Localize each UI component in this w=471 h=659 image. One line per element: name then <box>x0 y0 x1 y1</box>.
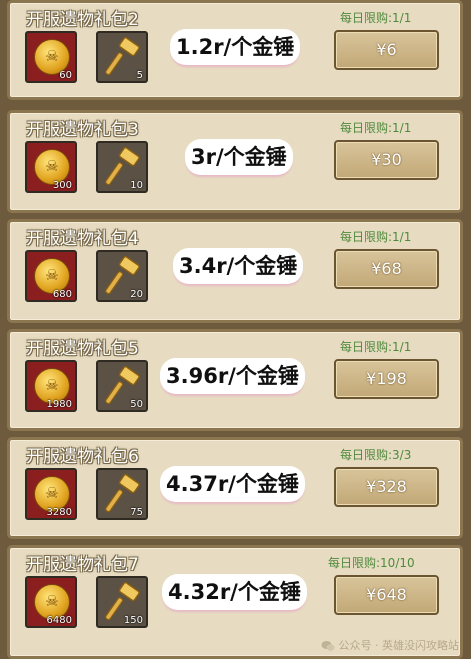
pack-card: 开服遗物礼包3 每日限购:1/1 ☠ 300 10 3r/个金锤 ¥30 <box>7 110 463 213</box>
daily-limit-label: 每日限购:10/10 <box>328 556 415 570</box>
gold-coin-slot[interactable]: ☠ 6480 <box>25 576 77 628</box>
pack-title: 开服遗物礼包4 <box>26 229 139 249</box>
gold-hammer-slot[interactable]: 5 <box>96 31 148 83</box>
daily-limit-label: 每日限购:1/1 <box>340 230 412 244</box>
buy-button[interactable]: ¥30 <box>334 140 439 180</box>
daily-limit-label: 每日限购:1/1 <box>340 11 412 25</box>
gold-coin-slot[interactable]: ☠ 3280 <box>25 468 77 520</box>
hammer-quantity: 75 <box>130 507 143 518</box>
relic-pack-list: 开服遗物礼包2 每日限购:1/1 ☠ 60 5 1.2r/个金锤 ¥6 开服遗物… <box>0 0 471 659</box>
price-per-hammer-note: 4.37r/个金锤 <box>160 466 305 502</box>
hammer-quantity: 150 <box>123 615 143 626</box>
hammer-quantity: 10 <box>130 180 143 191</box>
pack-card: 开服遗物礼包5 每日限购:1/1 ☠ 1980 50 3.96r/个金锤 ¥19… <box>7 329 463 431</box>
price-per-hammer-note: 3r/个金锤 <box>185 139 293 175</box>
coin-quantity: 6480 <box>46 615 72 626</box>
price-per-hammer-note: 4.32r/个金锤 <box>162 574 307 610</box>
pack-card: 开服遗物礼包6 每日限购:3/3 ☠ 3280 75 4.37r/个金锤 ¥32… <box>7 437 463 539</box>
gold-hammer-slot[interactable]: 10 <box>96 141 148 193</box>
buy-button[interactable]: ¥648 <box>334 575 439 615</box>
gold-hammer-slot[interactable]: 20 <box>96 250 148 302</box>
gold-coin-slot[interactable]: ☠ 680 <box>25 250 77 302</box>
watermark-text: 公众号 · 英雄没闪攻略站 <box>338 639 460 652</box>
gold-hammer-slot[interactable]: 75 <box>96 468 148 520</box>
hammer-quantity: 5 <box>136 70 143 81</box>
gold-hammer-slot[interactable]: 50 <box>96 360 148 412</box>
price-per-hammer-note: 3.4r/个金锤 <box>173 248 304 284</box>
gold-coin-slot[interactable]: ☠ 300 <box>25 141 77 193</box>
pack-title: 开服遗物礼包6 <box>26 447 139 467</box>
pack-title: 开服遗物礼包5 <box>26 339 139 359</box>
pack-title: 开服遗物礼包3 <box>26 120 139 140</box>
daily-limit-label: 每日限购:1/1 <box>340 340 412 354</box>
pack-title: 开服遗物礼包2 <box>26 10 139 30</box>
coin-quantity: 680 <box>52 289 72 300</box>
coin-quantity: 300 <box>52 180 72 191</box>
pack-title: 开服遗物礼包7 <box>26 555 139 575</box>
pack-card: 开服遗物礼包4 每日限购:1/1 ☠ 680 20 3.4r/个金锤 ¥68 <box>7 219 463 323</box>
coin-quantity: 3280 <box>46 507 72 518</box>
hammer-quantity: 50 <box>130 399 143 410</box>
coin-quantity: 1980 <box>46 399 72 410</box>
gold-coin-slot[interactable]: ☠ 1980 <box>25 360 77 412</box>
buy-button[interactable]: ¥328 <box>334 467 439 507</box>
buy-button[interactable]: ¥198 <box>334 359 439 399</box>
price-per-hammer-note: 3.96r/个金锤 <box>160 358 305 394</box>
pack-card: 开服遗物礼包2 每日限购:1/1 ☠ 60 5 1.2r/个金锤 ¥6 <box>7 0 463 100</box>
hammer-quantity: 20 <box>130 289 143 300</box>
buy-button[interactable]: ¥68 <box>334 249 439 289</box>
price-per-hammer-note: 1.2r/个金锤 <box>170 29 301 65</box>
coin-quantity: 60 <box>59 70 72 81</box>
wechat-icon <box>321 641 334 651</box>
buy-button[interactable]: ¥6 <box>334 30 439 70</box>
watermark: 公众号 · 英雄没闪攻略站 <box>321 637 460 653</box>
daily-limit-label: 每日限购:1/1 <box>340 121 412 135</box>
daily-limit-label: 每日限购:3/3 <box>340 448 412 462</box>
gold-coin-slot[interactable]: ☠ 60 <box>25 31 77 83</box>
gold-hammer-slot[interactable]: 150 <box>96 576 148 628</box>
